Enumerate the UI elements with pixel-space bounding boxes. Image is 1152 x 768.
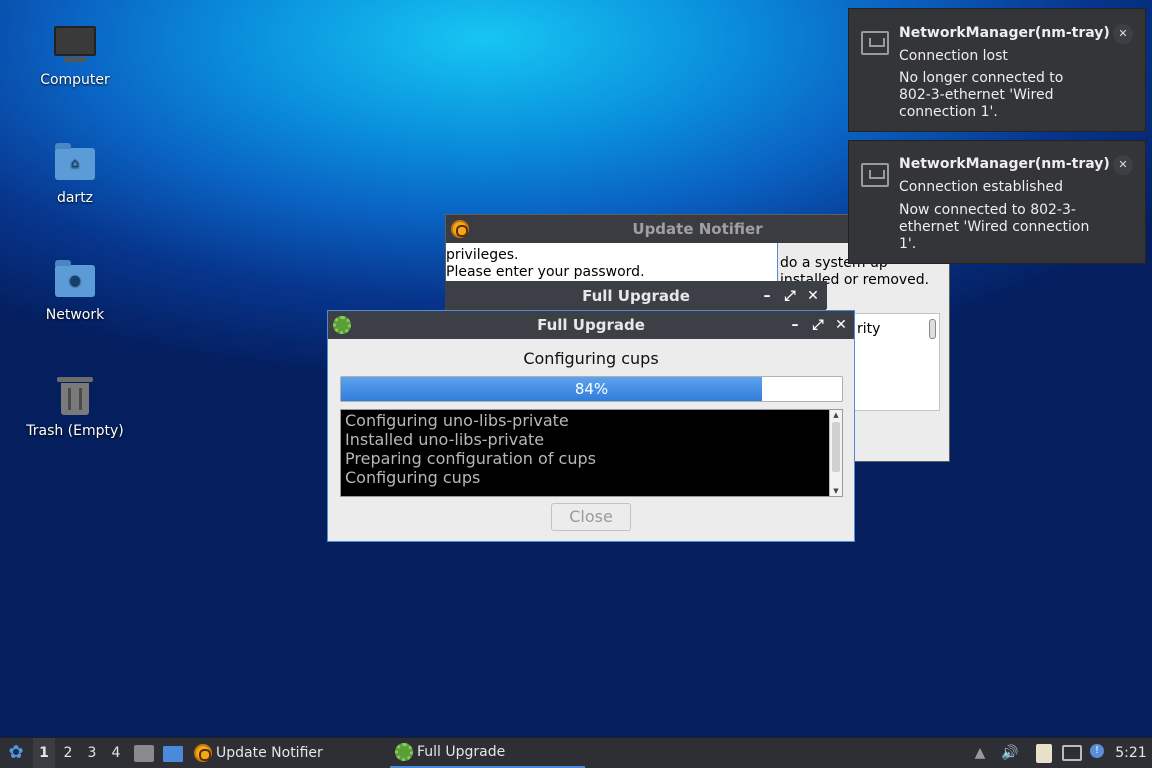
- close-button[interactable]: Close: [551, 503, 631, 531]
- close-icon[interactable]: ✕: [1113, 24, 1133, 44]
- close-icon[interactable]: ✕: [1113, 155, 1133, 175]
- progress-bar: 84%: [340, 376, 843, 402]
- clock[interactable]: 5:21: [1115, 738, 1147, 768]
- update-notifier-icon: [451, 220, 469, 238]
- notification-summary: Connection established: [899, 179, 1063, 195]
- notification-summary: Connection lost: [899, 48, 1008, 64]
- log-line: Configuring cups: [345, 468, 481, 487]
- network-tray-icon[interactable]: [1062, 745, 1082, 761]
- updates-tray-icon[interactable]: !: [1090, 744, 1104, 758]
- close-window-button[interactable]: ✕: [806, 289, 820, 303]
- password-prompt-panel: privileges. Please enter your password.: [446, 243, 778, 283]
- task-update-notifier[interactable]: Update Notifier: [194, 738, 384, 768]
- upgrade-gear-icon: [333, 316, 351, 334]
- desktop-icon-home[interactable]: ⌂ dartz: [20, 140, 130, 206]
- network-folder-icon: ●: [53, 257, 97, 301]
- notification-body: No longer connected to 802-3-ethernet 'W…: [899, 70, 1064, 120]
- scroll-down-icon[interactable]: ▼: [830, 487, 842, 495]
- task-label: Update Notifier: [216, 745, 323, 761]
- desktop-icon-label: Computer: [40, 72, 110, 88]
- full-upgrade-window: Full Upgrade – ⤢ ✕ Configuring cups 84% …: [327, 310, 855, 542]
- desktop-icon-network[interactable]: ● Network: [20, 257, 130, 323]
- update-notifier-icon: [194, 744, 212, 762]
- volume-icon[interactable]: 🔊: [1000, 738, 1020, 768]
- scroll-thumb[interactable]: [832, 422, 840, 472]
- notification-body: Now connected to 802-3-ethernet 'Wired c…: [899, 202, 1090, 252]
- tray-up-icon[interactable]: ▲: [972, 738, 988, 768]
- taskbar: ✿ 1 2 3 4 Update Notifier Full Upgrade ▲…: [0, 737, 1152, 768]
- full-upgrade-window-back: Full Upgrade – ⤢ ✕: [445, 281, 827, 310]
- close-window-button[interactable]: ✕: [834, 318, 848, 332]
- full-upgrade-titlebar[interactable]: Full Upgrade – ⤢ ✕: [328, 311, 854, 339]
- notification-title: NetworkManager(nm-tray): [899, 156, 1110, 172]
- minimize-button[interactable]: –: [788, 318, 802, 332]
- ethernet-icon: [861, 163, 889, 187]
- full-upgrade-back-titlebar[interactable]: Full Upgrade – ⤢ ✕: [446, 282, 826, 310]
- task-full-upgrade[interactable]: Full Upgrade: [390, 738, 585, 768]
- clipboard-icon[interactable]: [1036, 744, 1052, 763]
- workspace-1[interactable]: 1: [33, 738, 55, 768]
- list-item: rity: [857, 321, 881, 337]
- window-title: Full Upgrade: [537, 316, 645, 334]
- show-desktop-icon[interactable]: [163, 746, 183, 762]
- computer-icon: [53, 22, 97, 66]
- notification-title: NetworkManager(nm-tray): [899, 25, 1110, 41]
- log-scrollbar[interactable]: ▲ ▼: [829, 410, 842, 496]
- desktop-icon-label: dartz: [56, 190, 94, 206]
- upgrade-gear-icon: [395, 743, 413, 761]
- minimize-button[interactable]: –: [760, 289, 774, 303]
- maximize-button[interactable]: ⤢: [783, 289, 797, 303]
- trash-icon: [53, 373, 97, 417]
- desktop-icon-computer[interactable]: Computer: [20, 22, 130, 88]
- list-scrollbar[interactable]: [929, 319, 936, 339]
- prompt-text: Please enter your password.: [446, 264, 645, 280]
- workspace-2[interactable]: 2: [57, 738, 79, 768]
- prompt-text: privileges.: [446, 247, 519, 263]
- workspace-4[interactable]: 4: [105, 738, 127, 768]
- maximize-button[interactable]: ⤢: [811, 318, 825, 332]
- ethernet-icon: [861, 31, 889, 55]
- progress-status: Configuring cups: [523, 349, 659, 368]
- progress-percent: 84%: [574, 380, 609, 398]
- desktop-icon-trash[interactable]: Trash (Empty): [20, 373, 130, 439]
- window-title: Update Notifier: [632, 220, 763, 238]
- window-title: Full Upgrade: [582, 287, 690, 305]
- notification-connection-lost[interactable]: NetworkManager(nm-tray) Connection lost …: [848, 8, 1146, 132]
- notification-connection-established[interactable]: NetworkManager(nm-tray) Connection estab…: [848, 140, 1146, 264]
- desktop-icon-label: Trash (Empty): [26, 423, 124, 439]
- desktop-icon-label: Network: [45, 307, 105, 323]
- home-folder-icon: ⌂: [53, 140, 97, 184]
- task-label: Full Upgrade: [417, 744, 506, 760]
- start-menu-icon[interactable]: ✿: [5, 738, 27, 768]
- log-line: Preparing configuration of cups: [345, 449, 596, 468]
- log-output[interactable]: Configuring uno-libs-private Installed u…: [340, 409, 843, 497]
- log-line: Configuring uno-libs-private: [345, 411, 569, 430]
- file-manager-icon[interactable]: [134, 745, 154, 762]
- log-line: Installed uno-libs-private: [345, 430, 545, 449]
- workspace-3[interactable]: 3: [81, 738, 103, 768]
- scroll-up-icon[interactable]: ▲: [830, 411, 842, 419]
